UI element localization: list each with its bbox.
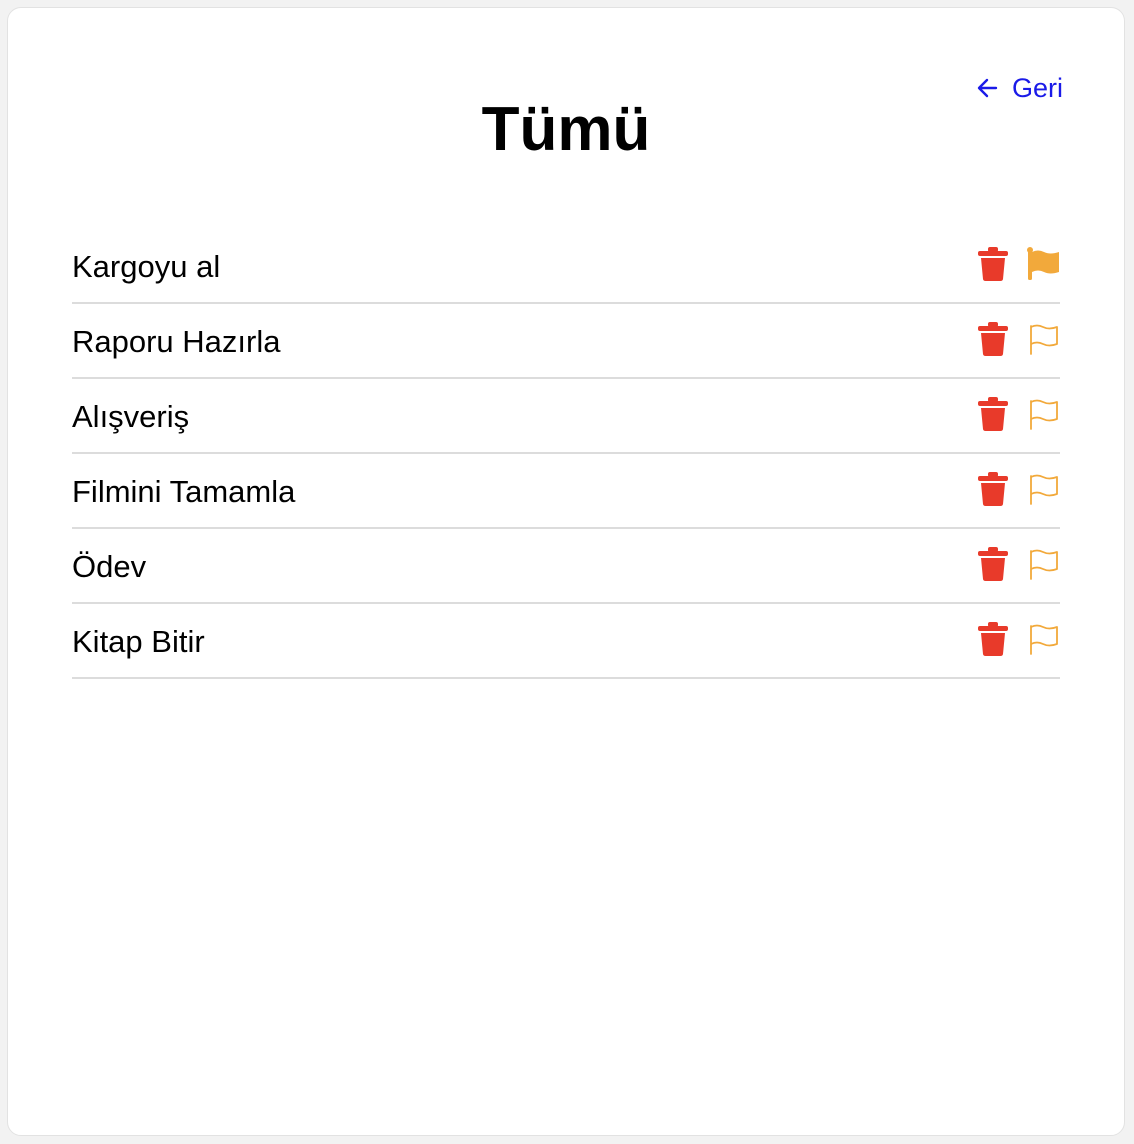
list-item[interactable]: Filmini Tamamla <box>72 454 1060 529</box>
task-label: Filmini Tamamla <box>72 474 296 509</box>
flag-icon[interactable] <box>1026 246 1062 282</box>
task-label: Kargoyu al <box>72 249 221 284</box>
flag-icon[interactable] <box>1026 321 1062 357</box>
task-label: Raporu Hazırla <box>72 324 281 359</box>
task-label: Alışveriş <box>72 399 190 434</box>
task-label: Ödev <box>72 549 147 584</box>
trash-icon[interactable] <box>977 321 1009 357</box>
trash-icon[interactable] <box>977 621 1009 657</box>
page-title: Tümü <box>481 95 651 164</box>
flag-icon[interactable] <box>1026 546 1062 582</box>
task-label: Kitap Bitir <box>72 624 205 659</box>
flag-icon[interactable] <box>1026 396 1062 432</box>
trash-icon[interactable] <box>977 396 1009 432</box>
flag-icon[interactable] <box>1026 471 1062 507</box>
task-list: Kargoyu al Raporu Hazırla Alışveriş Film… <box>72 229 1060 679</box>
list-item[interactable]: Kitap Bitir <box>72 604 1060 679</box>
trash-icon[interactable] <box>977 546 1009 582</box>
main-card: Geri Tümü Kargoyu al Raporu Hazırla Alış… <box>7 7 1125 1136</box>
list-item[interactable]: Ödev <box>72 529 1060 604</box>
trash-icon[interactable] <box>977 471 1009 507</box>
trash-icon[interactable] <box>977 246 1009 282</box>
list-item[interactable]: Kargoyu al <box>72 229 1060 304</box>
flag-icon[interactable] <box>1026 621 1062 657</box>
list-item[interactable]: Raporu Hazırla <box>72 304 1060 379</box>
list-item[interactable]: Alışveriş <box>72 379 1060 454</box>
